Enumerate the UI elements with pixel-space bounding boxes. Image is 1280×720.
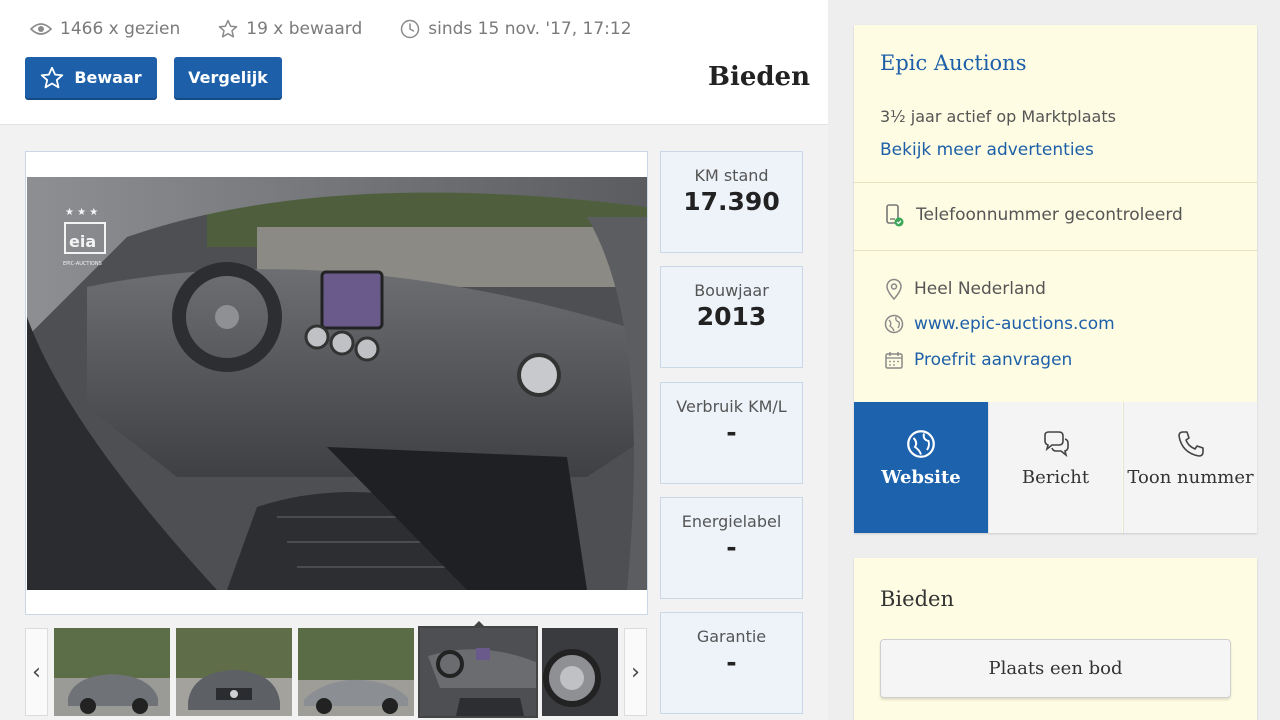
car-interior-photo[interactable]: ★ ★ ★ eia EPIC-AUCTIONS [27,177,647,590]
divider [854,182,1257,183]
website-link[interactable]: www.epic-auctions.com [914,314,1115,334]
phone-check-icon [886,204,904,227]
spec-energielabel: Energielabel - [660,497,803,599]
spec-value: - [726,648,737,677]
chat-bubbles-icon [1043,431,1069,458]
saved-text: 19 x bewaard [246,19,363,39]
seller-card: Epic Auctions 3½ jaar actief op Marktpla… [854,25,1257,533]
bid-heading: Bieden [707,62,810,92]
views-text: 1466 x gezien [60,19,181,39]
seller-name-link[interactable]: Epic Auctions [880,51,1026,75]
spec-label: Verbruik KM/L [676,397,787,416]
bid-title: Bieden [880,587,954,611]
main-photo-frame[interactable]: ★ ★ ★ eia EPIC-AUCTIONS [25,151,648,615]
place-bid-label: Plaats een bod [988,658,1123,679]
compare-button[interactable]: Vergelijk [174,57,282,98]
spec-km-stand: KM stand 17.390 [660,151,803,253]
spec-value: 17.390 [683,187,780,216]
location-text: Heel Nederland [914,279,1046,299]
thumbnail[interactable] [542,628,618,716]
since-text: sinds 15 nov. '17, 17:12 [428,19,632,39]
active-thumb-caret [472,621,486,628]
thumbnail[interactable] [298,628,414,716]
testdrive-link[interactable]: Proefrit aanvragen [914,350,1072,370]
spec-verbruik: Verbruik KM/L - [660,382,803,484]
location-row: Heel Nederland [884,278,1046,300]
phone-icon [1177,431,1204,457]
spec-label: KM stand [694,166,769,185]
spec-value: 2013 [696,302,767,331]
divider [854,250,1257,251]
show-number-action-label: Toon nummer [1127,467,1254,488]
phone-verified-row: Telefoonnummer gecontroleerd [884,203,1183,227]
spec-garantie: Garantie - [660,612,803,714]
seller-active-text: 3½ jaar actief op Marktplaats [880,107,1116,126]
thumbnail[interactable] [176,628,292,716]
since-stat: sinds 15 nov. '17, 17:12 [400,19,632,39]
clock-icon [401,19,420,39]
thumbnail[interactable] [54,628,170,716]
compare-button-label: Vergelijk [188,68,268,87]
save-button-label: Bewaar [74,68,142,87]
saved-stat: 19 x bewaard [218,19,362,39]
spec-bouwjaar: Bouwjaar 2013 [660,266,803,368]
thumb-prev-button[interactable]: ‹ [25,628,48,716]
spec-label: Bouwjaar [694,281,769,300]
globe-icon [884,314,904,334]
testdrive-row[interactable]: Proefrit aanvragen [884,350,1072,370]
location-pin-icon [886,278,902,300]
phone-verified-text: Telefoonnummer gecontroleerd [916,205,1183,225]
svg-text:EPIC-AUCTIONS: EPIC-AUCTIONS [63,261,102,267]
svg-text:★ ★ ★: ★ ★ ★ [65,207,98,218]
website-action-label: Website [881,467,961,488]
listing-panel: 1466 x gezien 19 x bewaard sinds 15 nov.… [0,0,828,720]
globe-icon [907,430,935,458]
place-bid-button[interactable]: Plaats een bod [880,639,1231,698]
more-ads-link[interactable]: Bekijk meer advertenties [880,140,1094,160]
views-stat: 1466 x gezien [30,19,180,39]
save-button[interactable]: Bewaar [25,57,157,98]
website-row[interactable]: www.epic-auctions.com [884,314,1115,334]
calendar-icon [885,352,903,369]
eye-icon [30,23,52,35]
svg-text:eia: eia [69,232,96,251]
show-number-action-button[interactable]: Toon nummer [1123,402,1257,533]
spec-value: - [726,533,737,562]
thumb-next-button[interactable]: › [624,628,647,716]
bid-card: Bieden Plaats een bod [854,558,1257,720]
spec-label: Garantie [696,627,767,646]
spec-label: Energielabel [681,512,782,531]
spec-value: - [726,418,737,447]
star-icon [218,19,238,38]
message-action-button[interactable]: Bericht [988,402,1122,533]
star-icon [41,66,64,88]
website-action-button[interactable]: Website [854,402,988,533]
listing-stats: 1466 x gezien 19 x bewaard sinds 15 nov.… [30,16,670,42]
message-action-label: Bericht [1021,467,1090,488]
thumbnail-active[interactable] [418,626,538,718]
